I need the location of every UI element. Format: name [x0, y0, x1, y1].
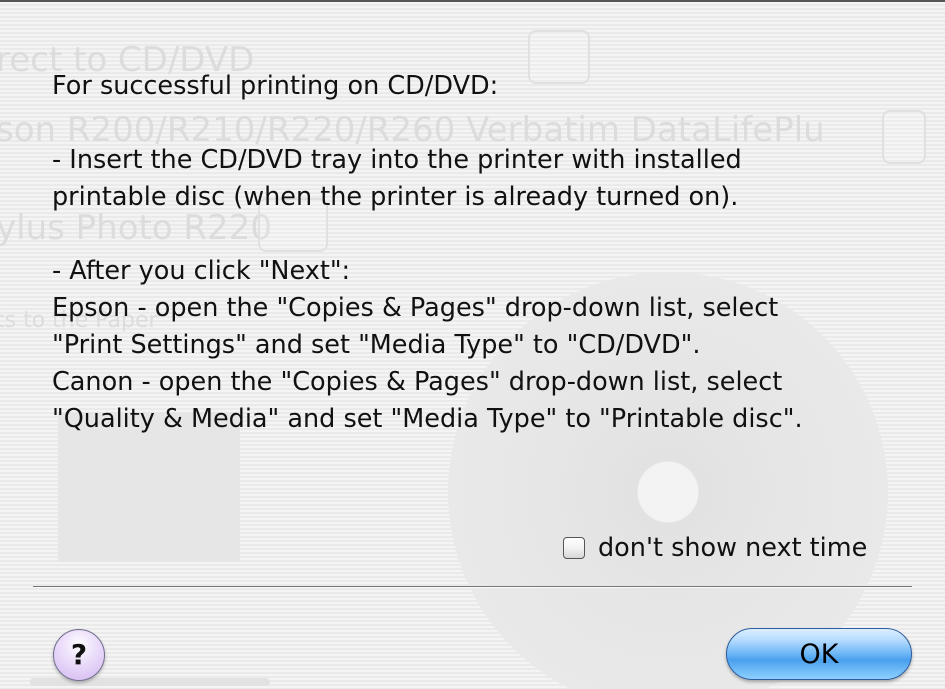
- background-disc-caption: Data Collection: [612, 670, 720, 686]
- background-slider: [30, 678, 270, 686]
- question-mark-icon: ?: [70, 638, 88, 671]
- divider: [33, 586, 912, 588]
- dont-show-label[interactable]: don't show next time: [598, 533, 867, 563]
- intro-text: For successful printing on CD/DVD:: [52, 71, 499, 101]
- step2-header: - After you click "Next":: [52, 256, 351, 286]
- ok-button[interactable]: OK: [726, 628, 912, 680]
- dialog-sheet: rect to CD/DVD son R200/R210/R220/R260 V…: [0, 0, 945, 689]
- canon-line1: Canon - open the "Copies & Pages" drop-d…: [52, 367, 783, 397]
- dont-show-checkbox[interactable]: [563, 537, 585, 559]
- dont-show-checkbox-row[interactable]: don't show next time: [563, 530, 867, 566]
- epson-line1: Epson - open the "Copies & Pages" drop-d…: [52, 293, 779, 323]
- step1-line2: printable disc (when the printer is alre…: [52, 182, 739, 212]
- ok-label: OK: [799, 638, 839, 670]
- step1-line1: - Insert the CD/DVD tray into the printe…: [52, 145, 742, 175]
- dialog-message: For successful printing on CD/DVD: - Ins…: [52, 68, 912, 438]
- epson-line2: "Print Settings" and set "Media Type" to…: [52, 330, 701, 360]
- help-button[interactable]: ?: [53, 629, 105, 681]
- canon-line2: "Quality & Media" and set "Media Type" t…: [52, 404, 803, 434]
